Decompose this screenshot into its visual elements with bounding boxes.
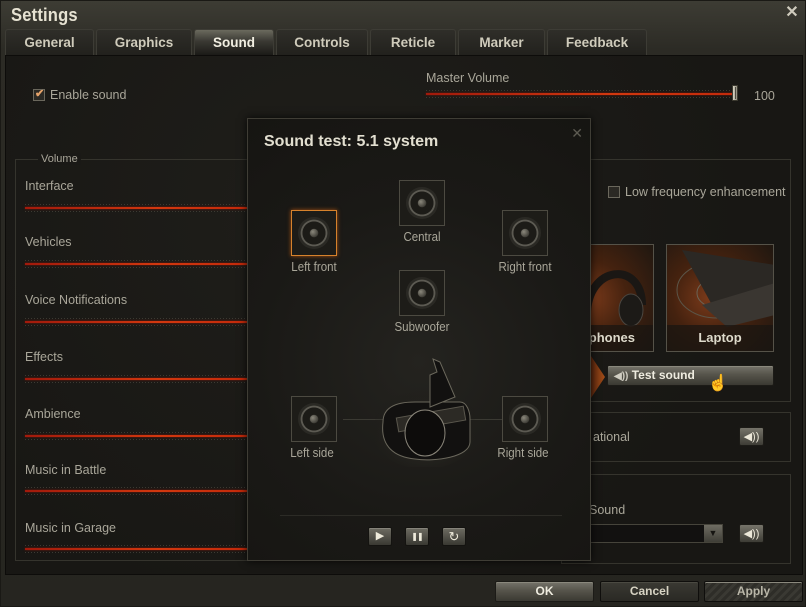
speaker-central-label: Central xyxy=(403,230,441,244)
speaker-left-side[interactable] xyxy=(291,396,337,442)
pause-icon: ❚❚ xyxy=(411,532,423,541)
low-frequency-label: Low frequency enhancement xyxy=(625,185,786,199)
tab-sound[interactable]: Sound xyxy=(194,29,274,55)
preset-laptop[interactable]: Laptop xyxy=(666,244,774,352)
speaker-right-front-label: Right front xyxy=(498,260,552,274)
tab-controls[interactable]: Controls xyxy=(276,29,368,55)
interface-volume-slider[interactable] xyxy=(25,204,247,212)
interface-volume-label: Interface xyxy=(25,179,74,193)
hand-cursor-icon: ☝ xyxy=(708,375,728,392)
pause-button[interactable]: ❚❚ xyxy=(405,527,429,546)
close-icon[interactable]: ✕ xyxy=(785,5,799,21)
speaker-icon xyxy=(298,403,330,435)
effects-volume-slider[interactable] xyxy=(25,375,247,383)
speaker-left-side-label: Left side xyxy=(290,446,334,460)
speaker-central[interactable] xyxy=(399,180,445,226)
speaker-icon xyxy=(406,187,438,219)
chevron-down-icon: ▼ xyxy=(704,525,722,542)
ok-button[interactable]: OK xyxy=(495,581,594,602)
master-volume-value: 100 xyxy=(754,89,775,103)
enable-sound-checkbox[interactable]: ✔ xyxy=(33,88,45,101)
apply-button[interactable]: Apply xyxy=(704,581,803,602)
low-frequency-checkbox[interactable] xyxy=(608,186,620,198)
voice-notifications-volume-label: Voice Notifications xyxy=(25,293,128,307)
speaker-icon: ◀)) xyxy=(743,431,760,443)
volume-group-legend: Volume xyxy=(38,153,81,165)
speaker-right-side[interactable] xyxy=(502,396,548,442)
speaker-subwoofer[interactable] xyxy=(399,270,445,316)
master-volume-label: Master Volume xyxy=(426,71,510,85)
music-in-garage-volume-label: Music in Garage xyxy=(25,521,117,535)
music-in-garage-volume-slider[interactable] xyxy=(25,545,247,553)
enable-sound-label: Enable sound xyxy=(50,88,127,102)
play-icon: ▶ xyxy=(375,530,385,542)
voice-notifications-volume-slider[interactable] xyxy=(25,318,247,326)
dialog-close-icon[interactable]: ✕ xyxy=(571,125,583,142)
speaker-left-front[interactable] xyxy=(291,210,337,256)
speaker-right-side-label: Right side xyxy=(497,446,549,460)
preview-sound-button[interactable]: ◀)) xyxy=(739,427,764,446)
tab-reticle[interactable]: Reticle xyxy=(370,29,456,55)
speaker-left-front-label: Left front xyxy=(291,260,337,274)
ambience-volume-label: Ambience xyxy=(25,407,81,421)
speaker-icon: ◀)) xyxy=(614,371,629,382)
test-sound-button[interactable]: ◀)) Test sound xyxy=(607,365,774,386)
tab-feedback[interactable]: Feedback xyxy=(547,29,647,55)
music-in-battle-volume-label: Music in Battle xyxy=(25,463,107,477)
speaker-subwoofer-label: Subwoofer xyxy=(394,320,450,334)
cancel-button[interactable]: Cancel xyxy=(600,581,699,602)
preview-voice-button[interactable]: ◀)) xyxy=(739,524,764,543)
tab-marker[interactable]: Marker xyxy=(458,29,545,55)
master-volume-thumb[interactable] xyxy=(732,85,738,101)
speaker-icon xyxy=(509,217,541,249)
replay-button[interactable]: ↻ xyxy=(442,527,466,546)
vehicles-volume-label: Vehicles xyxy=(25,235,72,249)
replay-icon: ↻ xyxy=(448,529,460,544)
speaker-icon xyxy=(509,403,541,435)
master-volume-slider[interactable] xyxy=(426,85,738,101)
tab-graphics[interactable]: Graphics xyxy=(96,29,192,55)
music-in-battle-volume-slider[interactable] xyxy=(25,487,247,495)
mode-partial-label: ational xyxy=(593,430,630,444)
speaker-icon xyxy=(298,217,330,249)
play-button[interactable]: ▶ xyxy=(368,527,392,546)
effects-volume-label: Effects xyxy=(25,350,63,364)
speaker-icon: ◀)) xyxy=(743,528,760,540)
voice-sound-dropdown[interactable]: ▼ xyxy=(586,524,723,543)
vehicles-volume-slider[interactable] xyxy=(25,260,247,268)
voice-sound-partial-label: Sound xyxy=(589,503,626,517)
tab-general[interactable]: General xyxy=(5,29,94,55)
tab-bar: General Graphics Sound Controls Reticle … xyxy=(5,29,649,55)
window-title: Settings xyxy=(11,5,78,25)
laptop-icon xyxy=(676,250,773,327)
listener-icon xyxy=(375,358,475,467)
test-sound-label: Test sound xyxy=(631,368,695,382)
divider xyxy=(280,515,562,516)
checkmark-icon: ✔ xyxy=(35,88,45,100)
preset-laptop-label: Laptop xyxy=(667,325,773,351)
speaker-icon xyxy=(406,277,438,309)
dialog-title: Sound test: 5.1 system xyxy=(264,133,439,150)
settings-window: Settings ✕ General Graphics Sound Contro… xyxy=(0,0,806,607)
sound-test-dialog: Sound test: 5.1 system ✕ Left front Cent… xyxy=(247,118,591,561)
speaker-right-front[interactable] xyxy=(502,210,548,256)
voice-group xyxy=(561,474,791,564)
ambience-volume-slider[interactable] xyxy=(25,432,247,440)
